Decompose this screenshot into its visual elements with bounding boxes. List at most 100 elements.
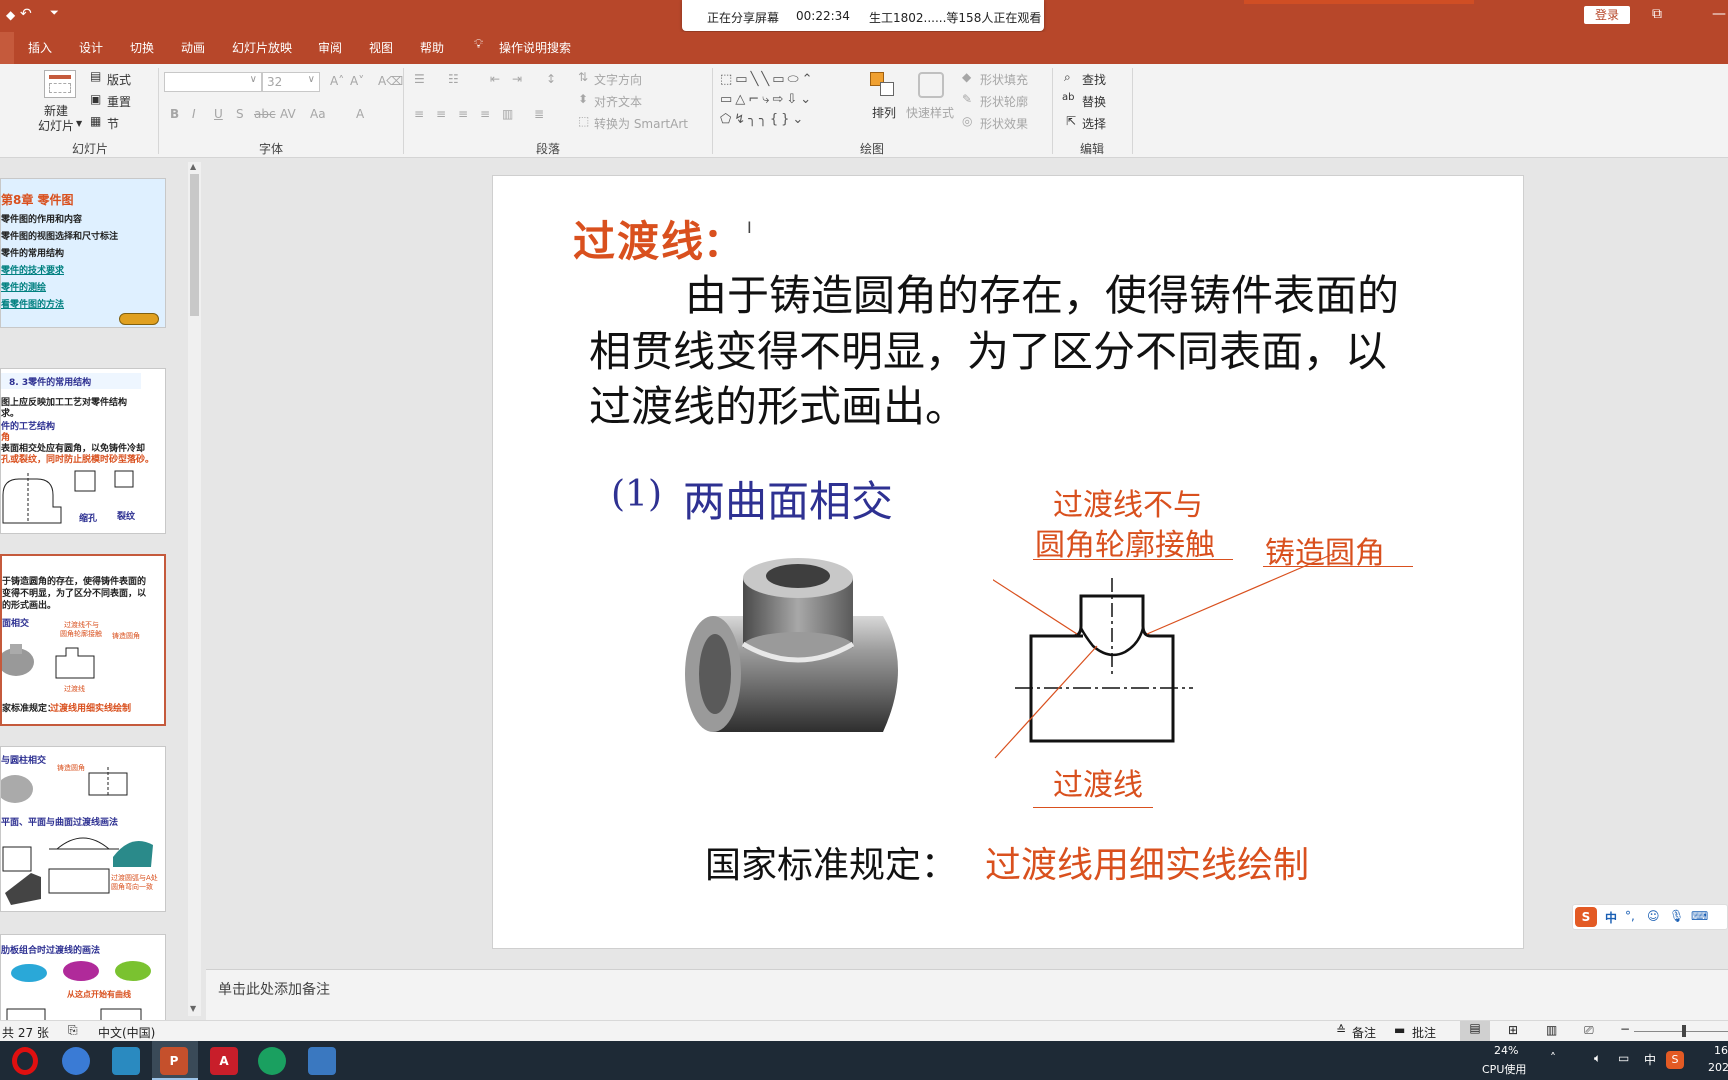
reset-button[interactable]: 重置 [107,93,131,110]
text-direction-button[interactable]: 文字方向 [594,71,642,88]
ime-indicator[interactable]: 中 [1644,1051,1656,1068]
align-center-icon[interactable]: ≡ [436,107,446,121]
slide-paragraph-line-3[interactable]: 过渡线的形式画出。 [589,373,967,434]
align-left-icon[interactable]: ≡ [414,107,424,121]
standard-prefix[interactable]: 国家标准规定： [705,836,957,888]
shape-fill-button[interactable]: 形状填充 [980,71,1028,88]
tab-animations[interactable]: 动画 [181,39,205,56]
zoom-out-icon[interactable]: − [1620,1022,1630,1036]
align-text-button[interactable]: 对齐文本 [594,93,642,110]
opera-icon[interactable] [12,1047,38,1075]
smartart-button[interactable]: 转换为 SmartArt [594,115,688,132]
language-indicator[interactable]: 中文(中国) [98,1024,155,1041]
grow-font-icon[interactable]: A˄ [330,74,344,88]
new-slide-button[interactable]: 新建 幻灯片 [38,104,74,134]
powerpoint-icon[interactable]: P [160,1047,188,1075]
ime-lang-icon[interactable]: 中 [1605,909,1617,926]
tab-insert[interactable]: 插入 [28,39,52,56]
reading-view-icon[interactable]: ▥ [1546,1023,1557,1037]
ime-toolbar[interactable]: S 中 °, ☺ 🎙︎ ⌨ [1572,904,1728,930]
notes-placeholder[interactable]: 单击此处添加备注 [218,979,330,999]
slide-thumbnail-5[interactable]: 肋板组合时过渡线的画法 从这点开始有曲线 [0,934,166,1020]
arrange-button[interactable]: 排列 [872,104,896,121]
change-case-icon[interactable]: Aa [310,107,326,121]
notes-pane[interactable]: 单击此处添加备注 [206,969,1728,1021]
customize-qat-icon[interactable]: ⏷ [50,6,59,20]
slide-canvas[interactable]: 过渡线 ： I 由于铸造圆角的存在，使得铸件表面的 相贯线变得不明显，为了区分不… [492,175,1524,949]
clock-date[interactable]: 202 [1708,1061,1728,1074]
punctuation-icon[interactable]: °, [1625,909,1635,923]
screenshot-app-icon[interactable] [308,1047,336,1075]
notes-button[interactable]: 备注 [1352,1024,1376,1041]
microphone-icon[interactable]: 🎙︎ [1669,909,1684,923]
tab-design[interactable]: 设计 [79,39,103,56]
sogou-tray-icon[interactable]: S [1666,1051,1684,1069]
align-right-icon[interactable]: ≡ [458,107,468,121]
emoji-icon[interactable]: ☺ [1647,909,1660,923]
replace-button[interactable]: 替换 [1082,93,1106,110]
tab-view[interactable]: 视图 [369,39,393,56]
clear-format-icon[interactable]: A⌫ [378,74,403,88]
underline-icon[interactable]: U [214,107,223,121]
accessibility-icon[interactable]: ⎘ [68,1023,78,1038]
quick-styles-button[interactable]: 快速样式 [906,104,954,121]
scroll-down-icon[interactable]: ▼ [190,1004,196,1013]
arrange-icon[interactable] [870,72,896,98]
network-icon[interactable]: ▭ [1618,1051,1629,1065]
shapes-gallery[interactable]: ⬚▭╲╲▭⬭⌃ ▭△⌐⤷⇨⇩⌄ ⬠↯╮╮{}⌄ [720,70,860,132]
file-tab-edge[interactable] [0,32,14,64]
font-name-combo[interactable]: ∨ [164,72,262,92]
italic-icon[interactable]: I [192,107,196,121]
chat-app-icon[interactable] [258,1047,286,1075]
select-button[interactable]: 选择 [1082,115,1106,132]
clock-time[interactable]: 16 [1714,1044,1728,1057]
slide-thumbnail-1[interactable]: 第8章 零件图 零件图的作用和内容 零件图的视图选择和尺寸标注 零件的常用结构 … [0,178,166,328]
show-hidden-icons[interactable]: ˄ [1550,1051,1556,1065]
slideshow-icon[interactable]: ⎚ [1584,1023,1594,1038]
font-size-combo[interactable]: 32 ∨ [262,72,320,92]
scroll-up-icon[interactable]: ▲ [190,162,196,171]
slide-sorter-icon[interactable]: ⊞ [1508,1023,1518,1037]
shadow-icon[interactable]: S [236,107,244,121]
distribute-icon[interactable]: ≣ [534,107,544,121]
subheading[interactable]: 两曲面相交 [683,468,893,529]
slide-paragraph-line-2[interactable]: 相贯线变得不明显，为了区分不同表面，以 [589,318,1387,379]
strikethrough-icon[interactable]: abc [254,107,276,121]
shrink-font-icon[interactable]: A˅ [350,74,364,88]
autocad-icon[interactable]: A [210,1047,238,1075]
zoom-slider-thumb[interactable] [1682,1025,1686,1037]
tab-slideshow[interactable]: 幻灯片放映 [232,39,292,56]
slide-thumbnail-4[interactable]: 与圆柱相交 铸造圆角 平面、平面与曲面过渡线画法 过渡圆弧与A处 圆角弯向一致 [0,746,166,912]
increase-indent-icon[interactable]: ⇥ [512,72,522,86]
standard-rule[interactable]: 过渡线用细实线绘制 [985,836,1309,888]
decrease-indent-icon[interactable]: ⇤ [490,72,500,86]
normal-view-icon[interactable]: ▤ [1460,1021,1490,1041]
columns-icon[interactable]: ▥ [502,107,513,121]
browser-icon[interactable] [62,1047,90,1075]
new-slide-dropdown-icon[interactable]: ▼ [76,119,82,128]
tab-transitions[interactable]: 切换 [130,39,154,56]
char-spacing-icon[interactable]: AV [280,107,296,121]
find-button[interactable]: 查找 [1082,71,1106,88]
tab-review[interactable]: 审阅 [318,39,342,56]
keyboard-icon[interactable]: ⌨ [1691,909,1708,923]
pin-icon[interactable]: ◆ [6,8,15,22]
comments-button[interactable]: 批注 [1412,1024,1436,1041]
zoom-slider[interactable] [1634,1031,1728,1032]
slide-thumbnail-3[interactable]: 于铸造圆角的存在，使得铸件表面的 变得不明显，为了区分不同表面，以 的形式画出。… [0,554,166,726]
shape-effects-button[interactable]: 形状效果 [980,115,1028,132]
minimize-icon[interactable]: — [1712,6,1726,22]
slide-title[interactable]: 过渡线 [573,208,705,269]
app-window-icon[interactable] [112,1047,140,1075]
ribbon-display-icon[interactable]: ⧉ [1652,6,1662,22]
login-button[interactable]: 登录 [1584,6,1630,24]
scroll-thumb[interactable] [190,174,199,316]
shape-outline-button[interactable]: 形状轮廓 [980,93,1028,110]
numbering-icon[interactable]: ☷ [448,72,459,86]
justify-icon[interactable]: ≡ [480,107,490,121]
line-spacing-icon[interactable]: ↕ [546,72,556,86]
section-button[interactable]: 节 [107,115,119,132]
undo-icon[interactable]: ↶ [20,6,32,22]
thumbnails-scrollbar[interactable]: ▲ ▼ [188,162,201,1016]
font-color-icon[interactable]: A [356,107,364,121]
